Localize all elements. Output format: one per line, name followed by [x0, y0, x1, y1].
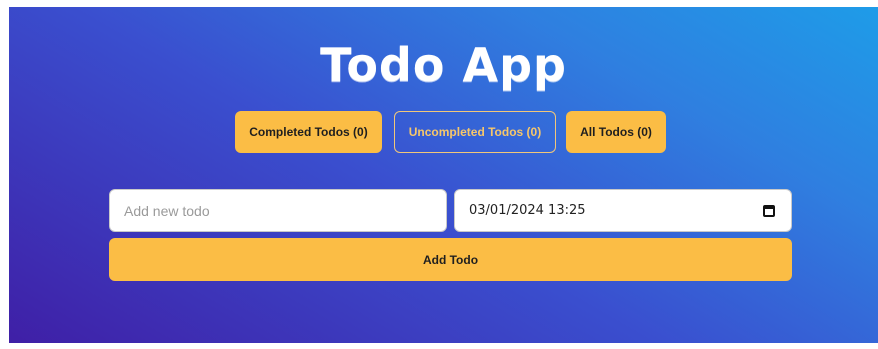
- todo-app-panel: Todo App Completed Todos (0) Uncompleted…: [9, 7, 878, 343]
- completed-todos-button[interactable]: Completed Todos (0): [235, 111, 382, 153]
- all-todos-button[interactable]: All Todos (0): [566, 111, 666, 153]
- calendar-icon[interactable]: [763, 204, 775, 217]
- add-todo-button[interactable]: Add Todo: [109, 238, 792, 281]
- uncompleted-todos-button[interactable]: Uncompleted Todos (0): [394, 111, 556, 153]
- datetime-input[interactable]: 03/01/2024 13:25: [454, 189, 792, 232]
- page-title: Todo App: [320, 38, 567, 92]
- datetime-value: 03/01/2024 13:25: [469, 203, 586, 218]
- filter-bar: Completed Todos (0) Uncompleted Todos (0…: [9, 111, 878, 153]
- new-todo-placeholder: Add new todo: [124, 202, 210, 219]
- new-todo-input[interactable]: Add new todo: [109, 189, 447, 232]
